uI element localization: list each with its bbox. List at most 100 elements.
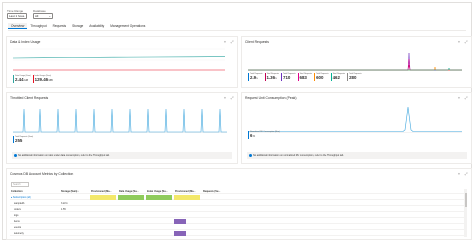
expand-icon[interactable]: ⤢	[230, 40, 234, 44]
bar-cell-green	[146, 195, 172, 200]
legend-item: Total Requests (Sum) 255	[13, 136, 33, 144]
series-line	[248, 58, 462, 71]
col-header-collection[interactable]: Collection	[10, 189, 60, 194]
table-row[interactable]: ▸ Subscription (all)	[10, 195, 465, 200]
col-header-storage[interactable]: Storage (Sum) ↓	[60, 189, 86, 194]
pin-icon[interactable]: ⌖	[457, 40, 461, 44]
vertical-scrollbar[interactable]	[464, 189, 467, 237]
legend-value: 710	[283, 75, 291, 81]
table-row[interactable]: orders 1.55	[10, 207, 465, 212]
info-text: No additional information on ratio under…	[18, 154, 110, 157]
pin-icon[interactable]: ⌖	[223, 96, 227, 100]
time-range-filter: Time Range Last 1 hour ⌄	[7, 9, 27, 19]
legend-item: Total Requests 710	[281, 73, 296, 82]
legend-item: Total Requests 2.9k	[248, 73, 263, 82]
bar-cell-yellow	[90, 195, 116, 200]
table-header-row: Collection Storage (Sum) ↓ Provisioned (…	[10, 189, 465, 194]
info-banner: No additional information on normalized …	[247, 152, 467, 159]
scrollbar-thumb[interactable]	[464, 193, 467, 207]
tab-storage[interactable]: Storage	[69, 23, 86, 29]
data-index-usage-card: Data & Index Usage ⌖ ⤢ Data Usage (Sum) …	[6, 36, 238, 88]
series-line	[248, 67, 462, 71]
card-title: Client Requests	[245, 40, 269, 44]
pin-icon[interactable]: ⌖	[223, 40, 227, 44]
pin-icon[interactable]: ⌖	[457, 172, 461, 176]
tab-management-operations[interactable]: Management Operations	[107, 23, 148, 29]
col-header-provisioned[interactable]: Provisioned (Ma...	[90, 189, 116, 194]
info-icon	[249, 154, 252, 157]
legend-item: Data Usage (Sum) 2.44GiB	[13, 75, 31, 84]
bar-cell-green	[118, 195, 144, 200]
legend-item: Total Requests 280	[347, 73, 362, 82]
legend-value: 683	[299, 75, 307, 81]
table-row[interactable]: items	[10, 219, 465, 224]
expand-icon[interactable]: ⤢	[230, 96, 234, 100]
legend-value: 2.9k	[250, 75, 258, 81]
bar-cell-yellow	[174, 195, 200, 200]
series-line-data-usage	[12, 56, 226, 59]
legend-value: 1.36k	[266, 75, 277, 81]
chart-legend: Data Usage (Sum) 2.44GiB Index Usage (Su…	[13, 75, 53, 84]
time-range-dropdown[interactable]: Last 1 hour ⌄	[7, 13, 27, 19]
series-line	[248, 66, 462, 71]
legend-value: 255	[15, 138, 23, 144]
expand-icon[interactable]: ⤢	[464, 96, 468, 100]
cell-storage: 1.55	[61, 208, 66, 211]
chart-legend: Total Requests 2.9k Total Requests 1.36k…	[248, 73, 362, 82]
table-row[interactable]: events	[10, 225, 465, 230]
card-title: Throttled Client Requests	[10, 96, 49, 100]
database-dropdown[interactable]: All ⌄	[33, 13, 53, 19]
tab-overview[interactable]: Overview	[8, 23, 28, 29]
col-header-provisioned-2[interactable]: Provisioned (Ma...	[174, 189, 200, 194]
bar-cell-purple	[174, 219, 186, 224]
tab-requests[interactable]: Requests	[50, 23, 69, 29]
card-title: Request Unit Consumption (Peak)	[245, 96, 297, 100]
info-text: No additional information on normalized …	[253, 154, 344, 157]
chart-legend: Total Requests (Sum) 255	[13, 136, 33, 144]
tab-bar: Overview Throughput Requests Storage Ava…	[8, 23, 148, 29]
row-name: events	[14, 226, 22, 229]
legend-value: 129.46MiB	[34, 77, 53, 83]
legend-value: 600	[316, 75, 324, 81]
info-banner: No additional information on ratio under…	[12, 152, 232, 159]
legend-item: Index Usage (Sum) 129.46MiB	[32, 75, 53, 84]
col-header-data-usage[interactable]: Data Usage (Su...	[118, 189, 144, 194]
legend-value: 6%	[250, 133, 256, 139]
workbook-frame: Time Range Last 1 hour ⌄ Database All ⌄ …	[2, 2, 472, 240]
legend-item: Total Requests 600	[314, 73, 329, 82]
series-line-throttled	[13, 108, 227, 133]
table-row[interactable]: sampledb 3.22 k	[10, 201, 465, 206]
row-name: logs	[14, 214, 19, 217]
card-title: Data & Index Usage	[10, 40, 41, 44]
card-title: Cosmos DB Account Metrics by Collection	[10, 172, 74, 176]
ru-consumption-card: Request Unit Consumption (Peak) ⌖ ⤢ Norm…	[241, 92, 472, 164]
collection-metrics-card: Cosmos DB Account Metrics by Collection …	[6, 168, 472, 240]
client-requests-card: Client Requests ⌖ ⤢ Total Requests 2.9k …	[241, 36, 472, 88]
tab-availability[interactable]: Availability	[86, 23, 107, 29]
col-header-index-usage[interactable]: Index Usage (Su...	[146, 189, 172, 194]
table-row[interactable]: logs	[10, 213, 465, 218]
legend-item: Total Requests 1.36k	[264, 73, 279, 82]
table-row[interactable]: telemetry	[10, 231, 465, 236]
col-header-requests[interactable]: Requests (Su...	[202, 189, 228, 194]
series-line	[248, 52, 462, 71]
search-input[interactable]: Search	[11, 182, 29, 187]
tab-throughput[interactable]: Throughput	[27, 23, 49, 29]
tab-divider	[8, 30, 466, 31]
legend-value: 280	[349, 75, 357, 81]
legend-value: 462	[332, 75, 340, 81]
legend-item: Normalized RU Consumption (Max) 6%	[248, 131, 280, 140]
client-requests-plot	[248, 49, 462, 71]
ru-consumption-plot	[248, 105, 462, 133]
expand-icon[interactable]: ⤢	[464, 40, 468, 44]
info-icon	[14, 154, 17, 157]
row-name[interactable]: ▸ Subscription (all)	[10, 195, 60, 200]
database-value: All	[35, 14, 39, 18]
row-name: telemetry	[14, 232, 24, 235]
legend-item: Total Requests 462	[330, 73, 345, 82]
expand-icon[interactable]: ⤢	[464, 172, 468, 176]
row-name: sampledb	[14, 202, 25, 205]
series-line-ru	[248, 106, 462, 132]
cell-storage: 3.22 k	[61, 202, 68, 205]
pin-icon[interactable]: ⌖	[457, 96, 461, 100]
